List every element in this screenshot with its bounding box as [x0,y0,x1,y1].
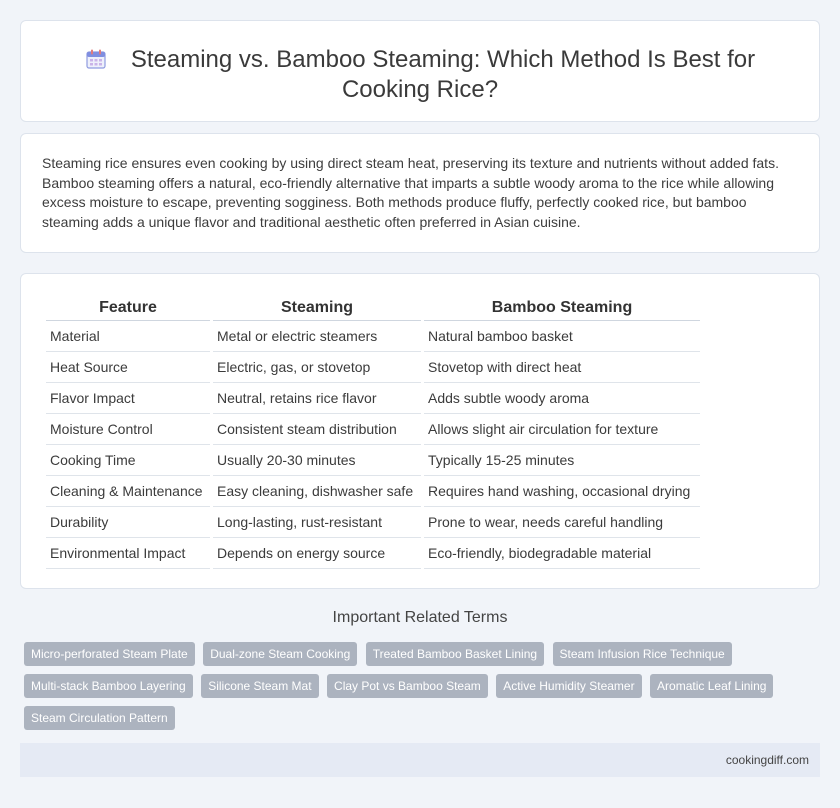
feature-cell: Durability [46,507,210,538]
related-tag[interactable]: Silicone Steam Mat [201,674,319,698]
feature-cell: Environmental Impact [46,538,210,569]
table-row: Durability Long-lasting, rust-resistant … [46,507,700,538]
table-row: Moisture Control Consistent steam distri… [46,414,700,445]
table-row: Flavor Impact Neutral, retains rice flav… [46,383,700,414]
bamboo-cell: Natural bamboo basket [424,321,700,352]
steaming-cell: Neutral, retains rice flavor [213,383,421,414]
related-tag[interactable]: Micro-perforated Steam Plate [24,642,195,666]
related-tag[interactable]: Steam Circulation Pattern [24,706,175,730]
related-tag[interactable]: Active Humidity Steamer [496,674,642,698]
bamboo-cell: Stovetop with direct heat [424,352,700,383]
bamboo-cell: Prone to wear, needs careful handling [424,507,700,538]
comparison-table: Feature Steaming Bamboo Steaming Materia… [43,296,703,569]
comparison-card: Feature Steaming Bamboo Steaming Materia… [20,273,820,589]
table-row: Cooking Time Usually 20-30 minutes Typic… [46,445,700,476]
bamboo-cell: Requires hand washing, occasional drying [424,476,700,507]
table-row: Heat Source Electric, gas, or stovetop S… [46,352,700,383]
steaming-cell: Electric, gas, or stovetop [213,352,421,383]
feature-cell: Moisture Control [46,414,210,445]
related-tag[interactable]: Clay Pot vs Bamboo Steam [327,674,488,698]
steaming-cell: Metal or electric steamers [213,321,421,352]
feature-cell: Material [46,321,210,352]
header-bamboo-steaming: Bamboo Steaming [424,296,700,321]
feature-cell: Cleaning & Maintenance [46,476,210,507]
bamboo-cell: Typically 15-25 minutes [424,445,700,476]
table-row: Environmental Impact Depends on energy s… [46,538,700,569]
summary-text: Steaming rice ensures even cooking by us… [42,155,779,230]
steaming-cell: Easy cleaning, dishwasher safe [213,476,421,507]
summary-card: Steaming rice ensures even cooking by us… [20,133,820,253]
footer-site-link[interactable]: cookingdiff.com [726,753,809,767]
calendar-icon [85,48,107,70]
table-header-row: Feature Steaming Bamboo Steaming [46,296,700,321]
related-tag[interactable]: Aromatic Leaf Lining [650,674,774,698]
steaming-cell: Consistent steam distribution [213,414,421,445]
feature-cell: Heat Source [46,352,210,383]
footer: cookingdiff.com [20,743,820,777]
steaming-cell: Usually 20-30 minutes [213,445,421,476]
related-terms-title: Important Related Terms [332,609,508,626]
header-steaming: Steaming [213,296,421,321]
table-row: Cleaning & Maintenance Easy cleaning, di… [46,476,700,507]
steaming-cell: Long-lasting, rust-resistant [213,507,421,538]
page-title: Steaming vs. Bamboo Steaming: Which Meth… [130,46,756,103]
related-tag[interactable]: Multi-stack Bamboo Layering [24,674,193,698]
bamboo-cell: Eco-friendly, biodegradable material [424,538,700,569]
header-card: Steaming vs. Bamboo Steaming: Which Meth… [20,20,820,122]
header-feature: Feature [46,296,210,321]
page-title-row: Steaming vs. Bamboo Steaming: Which Meth… [21,45,819,105]
related-tag[interactable]: Treated Bamboo Basket Lining [365,642,545,666]
bamboo-cell: Adds subtle woody aroma [424,383,700,414]
table-row: Material Metal or electric steamers Natu… [46,321,700,352]
feature-cell: Cooking Time [46,445,210,476]
related-tags: Micro-perforated Steam Plate Dual-zone S… [24,642,814,738]
steaming-cell: Depends on energy source [213,538,421,569]
related-tag[interactable]: Dual-zone Steam Cooking [203,642,358,666]
bamboo-cell: Allows slight air circulation for textur… [424,414,700,445]
feature-cell: Flavor Impact [46,383,210,414]
related-tag[interactable]: Steam Infusion Rice Technique [552,642,732,666]
